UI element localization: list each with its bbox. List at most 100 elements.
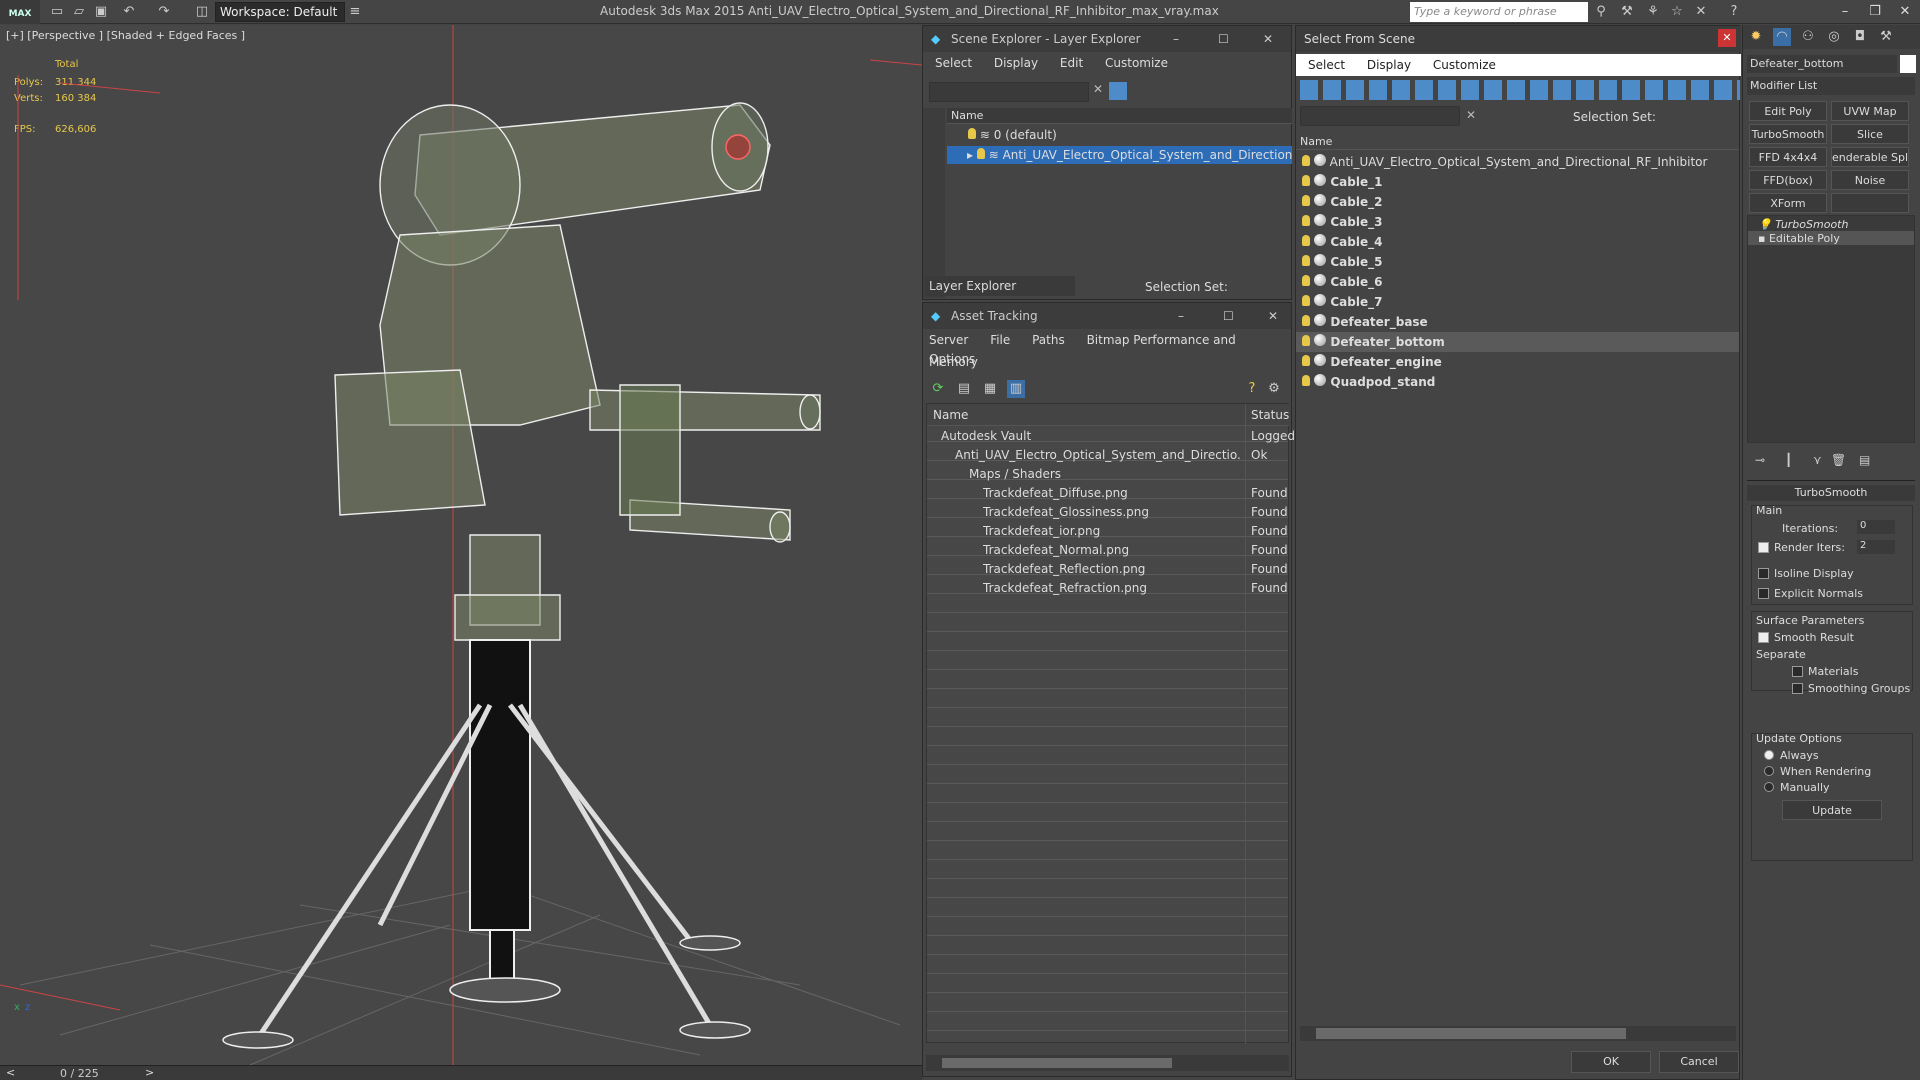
display-tab-icon[interactable]: ◘ xyxy=(1851,28,1869,46)
binoculars-icon[interactable]: ⚲ xyxy=(1592,3,1610,21)
filter-icon[interactable] xyxy=(1109,82,1127,100)
stack-item-turbosmooth[interactable]: 💡 TurboSmooth xyxy=(1748,216,1914,231)
scene-object-row[interactable]: Cable_1 xyxy=(1296,172,1739,192)
refresh-icon[interactable]: ⟳ xyxy=(929,380,947,398)
motion-tab-icon[interactable]: ◎ xyxy=(1825,28,1843,46)
time-slider[interactable]: < 0 / 225 > xyxy=(0,1065,922,1080)
asset-row[interactable]: Trackdefeat_Normal.png Found xyxy=(927,541,1289,560)
light-bulb-icon[interactable] xyxy=(1302,315,1310,326)
modifier-button[interactable]: Edit Poly xyxy=(1749,101,1827,121)
modifier-button[interactable]: Noise xyxy=(1831,170,1909,190)
asset-row[interactable]: Trackdefeat_Refraction.png Found xyxy=(927,579,1289,598)
modifier-button[interactable]: FFD(box) xyxy=(1749,170,1827,190)
sfs-close-button[interactable]: ✕ xyxy=(1718,29,1736,47)
asset-row[interactable]: Anti_UAV_Electro_Optical_System_and_Dire… xyxy=(927,446,1289,465)
modifier-button[interactable]: enderable Splir xyxy=(1831,147,1909,167)
always-radio[interactable] xyxy=(1764,750,1774,760)
sfs-menu-customize[interactable]: Customize xyxy=(1433,58,1496,72)
hierarchy-tab-icon[interactable]: ⚇ xyxy=(1799,28,1817,46)
expand-arrow-icon[interactable]: ▸ xyxy=(967,148,973,162)
modifier-button[interactable] xyxy=(1831,193,1909,213)
menu-server[interactable]: Server xyxy=(929,333,968,347)
iterations-spinner[interactable]: 0 xyxy=(1857,520,1895,534)
light-bulb-icon[interactable] xyxy=(1302,375,1310,386)
scene-object-row[interactable]: Cable_4 xyxy=(1296,232,1739,252)
asset-row[interactable]: Trackdefeat_Reflection.png Found xyxy=(927,560,1289,579)
ok-button[interactable]: OK xyxy=(1571,1051,1651,1073)
help-icon[interactable]: ? xyxy=(1725,3,1743,21)
modifier-button[interactable]: XForm xyxy=(1749,193,1827,213)
scene-object-row[interactable]: Cable_3 xyxy=(1296,212,1739,232)
table-view-icon[interactable]: ▥ xyxy=(1007,380,1025,398)
smooth-result-checkbox[interactable] xyxy=(1758,632,1769,643)
update-button[interactable]: Update xyxy=(1782,800,1882,820)
light-bulb-icon[interactable] xyxy=(1302,355,1310,366)
cancel-button[interactable]: Cancel xyxy=(1659,1051,1739,1073)
redo-icon[interactable]: ↷ xyxy=(155,3,173,21)
isoline-checkbox[interactable] xyxy=(1758,568,1769,579)
se-minimize-button[interactable]: – xyxy=(1173,26,1179,52)
star-icon[interactable]: ☆ xyxy=(1668,3,1686,21)
undo-icon[interactable]: ↶ xyxy=(120,3,138,21)
clear-search-icon[interactable]: ✕ xyxy=(1093,82,1103,96)
explicit-normals-checkbox[interactable] xyxy=(1758,588,1769,599)
modifier-button[interactable]: Slice xyxy=(1831,124,1909,144)
render-iters-spinner[interactable]: 2 xyxy=(1857,540,1895,554)
light-bulb-icon[interactable] xyxy=(1302,255,1310,266)
scene-explorer-search[interactable] xyxy=(929,82,1089,102)
menu-edit[interactable]: Edit xyxy=(1060,56,1083,70)
stack-item-editable-poly[interactable]: ▪ Editable Poly xyxy=(1748,231,1914,245)
minimize-button[interactable]: – xyxy=(1830,0,1860,24)
light-bulb-icon[interactable] xyxy=(1302,275,1310,286)
sfs-menu-display[interactable]: Display xyxy=(1367,58,1411,72)
menu-paths[interactable]: Paths xyxy=(1032,333,1065,347)
asset-row[interactable]: Trackdefeat_Glossiness.png Found xyxy=(927,503,1289,522)
asset-row[interactable]: Trackdefeat_Diffuse.png Found xyxy=(927,484,1289,503)
menu-display[interactable]: Display xyxy=(994,56,1038,70)
scene-object-row[interactable]: Cable_7 xyxy=(1296,292,1739,312)
new-icon[interactable]: ▭ xyxy=(48,3,66,21)
menu-select[interactable]: Select xyxy=(935,56,972,70)
light-bulb-icon[interactable] xyxy=(1302,155,1310,166)
search-input[interactable]: Type a keyword or phrase xyxy=(1410,2,1588,22)
asset-scroll-thumb[interactable] xyxy=(942,1058,1172,1068)
utilities-tab-icon[interactable]: ⚒ xyxy=(1877,28,1895,46)
modify-tab-icon[interactable]: ◠ xyxy=(1773,28,1791,46)
se-maximize-button[interactable]: ☐ xyxy=(1218,26,1229,52)
save-icon[interactable]: ▣ xyxy=(92,3,110,21)
open-icon[interactable]: ▱ xyxy=(70,3,88,21)
pin-stack-icon[interactable]: ⊸ xyxy=(1755,453,1765,467)
perspective-viewport[interactable]: [+] [Perspective ] [Shaded + Edged Faces… xyxy=(0,25,922,1065)
asset-row[interactable]: Maps / Shaders xyxy=(927,465,1289,484)
se-column-name[interactable]: Name xyxy=(947,108,1292,124)
smoothing-groups-checkbox[interactable] xyxy=(1792,683,1803,694)
light-bulb-icon[interactable] xyxy=(976,148,985,159)
when-rendering-radio[interactable] xyxy=(1764,766,1774,776)
remove-modifier-icon[interactable]: 🗑 xyxy=(1831,453,1846,467)
asset-row[interactable]: Trackdefeat_ior.png Found xyxy=(927,522,1289,541)
manually-radio[interactable] xyxy=(1764,782,1774,792)
sfs-menu-select[interactable]: Select xyxy=(1308,58,1345,72)
time-prev-button[interactable]: < xyxy=(6,1066,15,1079)
layer-model-row[interactable]: ▸ ≋ Anti_UAV_Electro_Optical_System_and_… xyxy=(947,146,1292,164)
modifier-button[interactable]: FFD 4x4x4 xyxy=(1749,147,1827,167)
sfs-hscrollbar[interactable] xyxy=(1300,1026,1736,1041)
asset-row[interactable]: Autodesk Vault Logged xyxy=(927,427,1295,446)
asset-hscrollbar[interactable] xyxy=(926,1055,1289,1071)
make-unique-icon[interactable]: ⋎ xyxy=(1813,453,1822,467)
at-close-button[interactable]: ✕ xyxy=(1268,303,1278,329)
sfs-search-input[interactable] xyxy=(1300,106,1460,126)
light-bulb-icon[interactable] xyxy=(1302,295,1310,306)
light-bulb-icon[interactable] xyxy=(1302,335,1310,346)
close-button[interactable]: ✕ xyxy=(1890,0,1920,24)
scene-object-row[interactable]: Cable_2 xyxy=(1296,192,1739,212)
light-bulb-icon[interactable] xyxy=(1302,175,1310,186)
scene-object-row[interactable]: Quadpod_stand xyxy=(1296,372,1739,392)
show-end-result-icon[interactable]: ┃ xyxy=(1785,453,1792,467)
modifier-list-dropdown[interactable]: Modifier List xyxy=(1747,77,1915,95)
light-bulb-icon[interactable] xyxy=(968,128,976,139)
configure-sets-icon[interactable]: ▤ xyxy=(1859,453,1870,467)
scene-object-row[interactable]: Cable_5 xyxy=(1296,252,1739,272)
object-color-swatch[interactable] xyxy=(1900,55,1916,73)
scene-object-row[interactable]: Defeater_base xyxy=(1296,312,1739,332)
